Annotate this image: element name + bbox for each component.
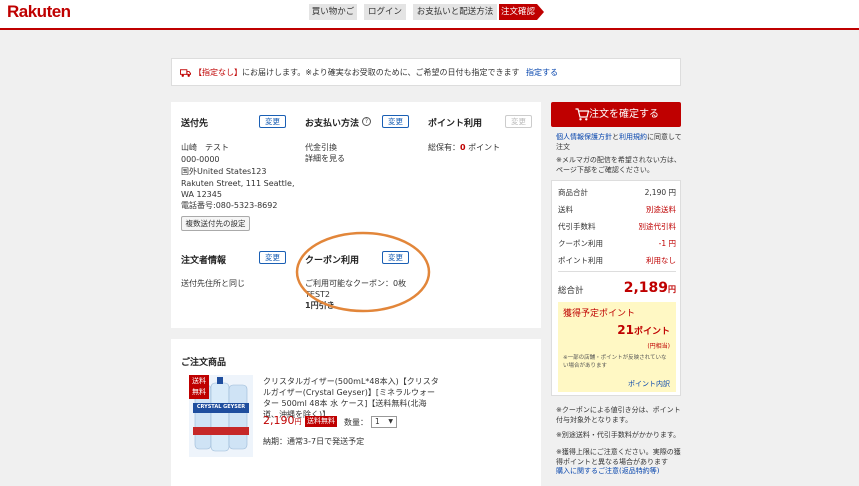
- delivery-notice: 【指定なし】にお届けします。※より確実なお受取のために、ご希望の日付も指定できま…: [171, 58, 681, 86]
- order-summary: 商品合計 2,190 円 送料 別途送料 代引手数料 別途代引料 クーポン利用 …: [551, 180, 681, 396]
- shipping-change-button[interactable]: 変更: [259, 115, 286, 128]
- quantity-label: 数量：: [344, 418, 368, 427]
- summary-row-subtotal: 商品合計 2,190 円: [558, 188, 676, 197]
- earned-points-title: 獲得予定ポイント: [563, 309, 636, 319]
- delivery-tag: 【指定なし】: [194, 68, 242, 77]
- step-cart: 買い物かご: [309, 4, 357, 20]
- summary-row-coupon: クーポン利用 -1 円: [558, 239, 676, 248]
- step-confirm: 注文確認: [499, 4, 544, 20]
- shipping-zip: 000-0000: [181, 155, 220, 164]
- chevron-down-icon: ▼: [388, 418, 393, 425]
- free-shipping-image-badge: 送料無料: [189, 375, 209, 399]
- earned-points-sub: (円相当): [647, 343, 670, 350]
- truck-icon: [180, 69, 191, 77]
- step-login: ログイン: [364, 4, 406, 20]
- points-change-button[interactable]: 変更: [505, 115, 532, 128]
- summary-row-points: ポイント利用 利用なし: [558, 256, 676, 265]
- product-price: 2,190円: [263, 414, 302, 427]
- fee-note: ※別途送料・代引手数料がかかります。: [556, 431, 681, 439]
- shipping-title: 送付先: [181, 119, 209, 129]
- confirm-order-button[interactable]: 注文を確定する: [551, 102, 681, 127]
- earned-points-note: ※一部の店舗・ポイントが反映されていない場合があります: [563, 355, 667, 369]
- step-payment-shipping: お支払いと配送方法: [413, 4, 497, 20]
- quantity-select[interactable]: 1 ▼: [371, 416, 397, 428]
- payment-change-button[interactable]: 変更: [382, 115, 409, 128]
- mail-note: ※メルマガの配信を希望されない方は、 ページ下部をご確認ください。: [556, 156, 681, 174]
- order-info-panel: 送付先 変更 山崎 テスト 000-0000 国外United States12…: [171, 102, 541, 328]
- earned-points-value: 21ポイント: [617, 323, 670, 337]
- points-breakdown-link[interactable]: ポイント内訳: [628, 379, 670, 389]
- orderer-change-button[interactable]: 変更: [259, 251, 286, 264]
- payment-method: 代金引換: [305, 143, 337, 152]
- shipping-address-2: Rakuten Street, 111 Seattle,: [181, 179, 295, 188]
- privacy-policy-link[interactable]: 個人情報保護方針: [556, 133, 612, 141]
- points-limit-note: ※獲得上限にご注意ください。実際の獲得ポイントと異なる場合があります 購入に関す…: [556, 448, 681, 475]
- shipping-phone: 電話番号:080-5323-8692: [181, 201, 278, 210]
- summary-row-shipping: 送料 別途送料: [558, 205, 676, 214]
- points-title: ポイント利用: [428, 119, 483, 129]
- product-panel: ご注文商品 CRYSTAL GEYSER 送料無料 クリスタルガイザー(500m…: [171, 339, 541, 486]
- summary-total: 総合計 2,189円: [558, 280, 676, 296]
- header: Rakuten 買い物かご ログイン お支払いと配送方法 注文確認: [0, 0, 859, 30]
- specify-date-link[interactable]: 指定する: [526, 68, 558, 77]
- cart-icon: [575, 108, 589, 121]
- help-icon[interactable]: ?: [362, 117, 371, 126]
- shipping-address-1: 国外United States123: [181, 167, 267, 176]
- shipping-address-3: WA 12345: [181, 190, 222, 199]
- payment-detail-link[interactable]: 詳細を見る: [305, 153, 345, 164]
- coupon-note: ※クーポンによる値引き分は、ポイント付与対象外となります。: [556, 406, 681, 424]
- payment-title: お支払い方法: [305, 119, 360, 129]
- delivery-message: にお届けします。※より確実なお受取のために、ご希望の日付も指定できます: [242, 68, 520, 77]
- earned-points-box: 獲得予定ポイント 21ポイント (円相当) ※一部の店舗・ポイントが反映されてい…: [558, 302, 676, 392]
- points-held: 総保有：0 ポイント: [428, 143, 501, 152]
- delivery-estimate: 納期：通常3-7日で発送予定: [263, 437, 365, 446]
- summary-divider: [558, 271, 676, 272]
- summary-row-cod-fee: 代引手数料 別途代引料: [558, 222, 676, 231]
- free-shipping-badge: 送料無料: [305, 416, 337, 427]
- rakuten-logo[interactable]: Rakuten: [7, 2, 71, 22]
- terms-link[interactable]: 利用規約: [619, 133, 647, 141]
- orderer-title: 注文者情報: [181, 256, 227, 266]
- agreement-text: 個人情報保護方針と利用規約に同意して 注文: [556, 133, 682, 151]
- shipping-name: 山崎 テスト: [181, 143, 229, 152]
- purchase-caution-link[interactable]: 購入に関するご注意(返品特約等): [556, 467, 659, 475]
- product-section-title: ご注文商品: [181, 358, 227, 368]
- orderer-text: 送付先住所と同じ: [181, 279, 245, 288]
- multi-address-button[interactable]: 複数送付先の設定: [181, 216, 250, 231]
- coupon-highlight-circle: [295, 231, 431, 313]
- product-brand-label: CRYSTAL GEYSER: [196, 404, 246, 410]
